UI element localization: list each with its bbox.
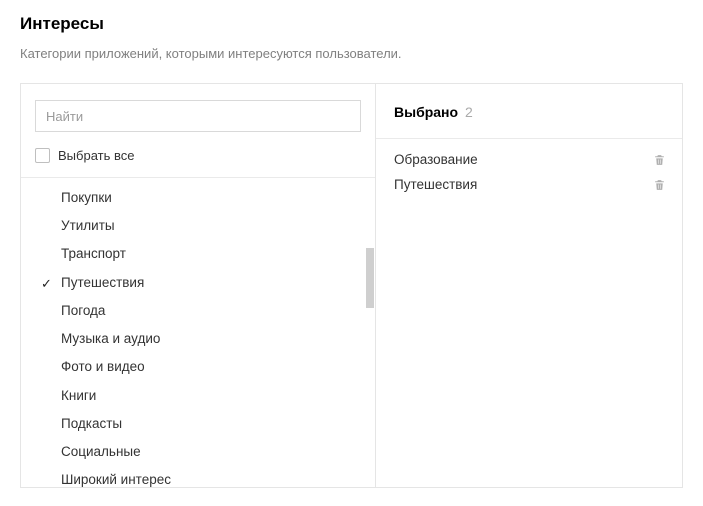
selected-item-label: Путешествия xyxy=(394,177,477,192)
category-item[interactable]: ✓ Путешествия xyxy=(21,269,375,297)
scrollbar-track[interactable] xyxy=(366,178,374,487)
page-title: Интересы xyxy=(20,14,683,34)
category-item-label: Подкасты xyxy=(61,416,122,431)
selected-item: Путешествия xyxy=(376,172,682,197)
select-all-label: Выбрать все xyxy=(58,148,134,163)
category-list: Покупки Утилиты Транспорт ✓ Путешествия Погод… xyxy=(21,178,375,487)
category-item-label: Социальные xyxy=(61,444,141,459)
page-subtitle: Категории приложений, которыми интересую… xyxy=(20,46,683,61)
category-item-label: Путешествия xyxy=(61,275,144,290)
category-item[interactable]: Транспорт xyxy=(21,240,375,268)
category-item[interactable]: Книги xyxy=(21,382,375,410)
scrollbar-thumb[interactable] xyxy=(366,248,374,308)
category-item-label: Широкий интерес xyxy=(61,472,171,487)
category-item[interactable]: Подкасты xyxy=(21,410,375,438)
category-item-label: Утилиты xyxy=(61,218,115,233)
search-wrapper xyxy=(21,84,375,142)
category-item-label: Книги xyxy=(61,388,96,403)
check-icon: ✓ xyxy=(41,275,52,293)
select-all-row[interactable]: Выбрать все xyxy=(21,142,375,178)
category-item[interactable]: Социальные xyxy=(21,438,375,466)
category-list-wrapper: Покупки Утилиты Транспорт ✓ Путешествия Погод… xyxy=(21,178,375,487)
selected-header: Выбрано 2 xyxy=(376,84,682,139)
category-item-label: Фото и видео xyxy=(61,359,145,374)
search-input[interactable] xyxy=(35,100,361,132)
category-item[interactable]: Погода xyxy=(21,297,375,325)
category-item[interactable]: Утилиты xyxy=(21,212,375,240)
selected-list: Образование Путешествия xyxy=(376,139,682,205)
selected-header-count: 2 xyxy=(465,104,473,120)
selected-header-label: Выбрано xyxy=(394,104,458,120)
category-item-label: Погода xyxy=(61,303,105,318)
trash-icon[interactable] xyxy=(653,178,666,192)
category-item[interactable]: Музыка и аудио xyxy=(21,325,375,353)
trash-icon[interactable] xyxy=(653,153,666,167)
category-item[interactable]: Покупки xyxy=(21,184,375,212)
available-column: Выбрать все Покупки Утилиты Транспорт ✓ Путе… xyxy=(21,84,376,487)
select-all-checkbox[interactable] xyxy=(35,148,50,163)
category-item-label: Музыка и аудио xyxy=(61,331,160,346)
category-item-label: Покупки xyxy=(61,190,112,205)
selected-item-label: Образование xyxy=(394,152,478,167)
selected-item: Образование xyxy=(376,147,682,172)
interests-panel: Выбрать все Покупки Утилиты Транспорт ✓ Путе… xyxy=(20,83,683,488)
category-item-label: Транспорт xyxy=(61,246,126,261)
selected-column: Выбрано 2 Образование Путешествия xyxy=(376,84,682,487)
category-item[interactable]: Широкий интерес xyxy=(21,466,375,487)
category-item[interactable]: Фото и видео xyxy=(21,353,375,381)
